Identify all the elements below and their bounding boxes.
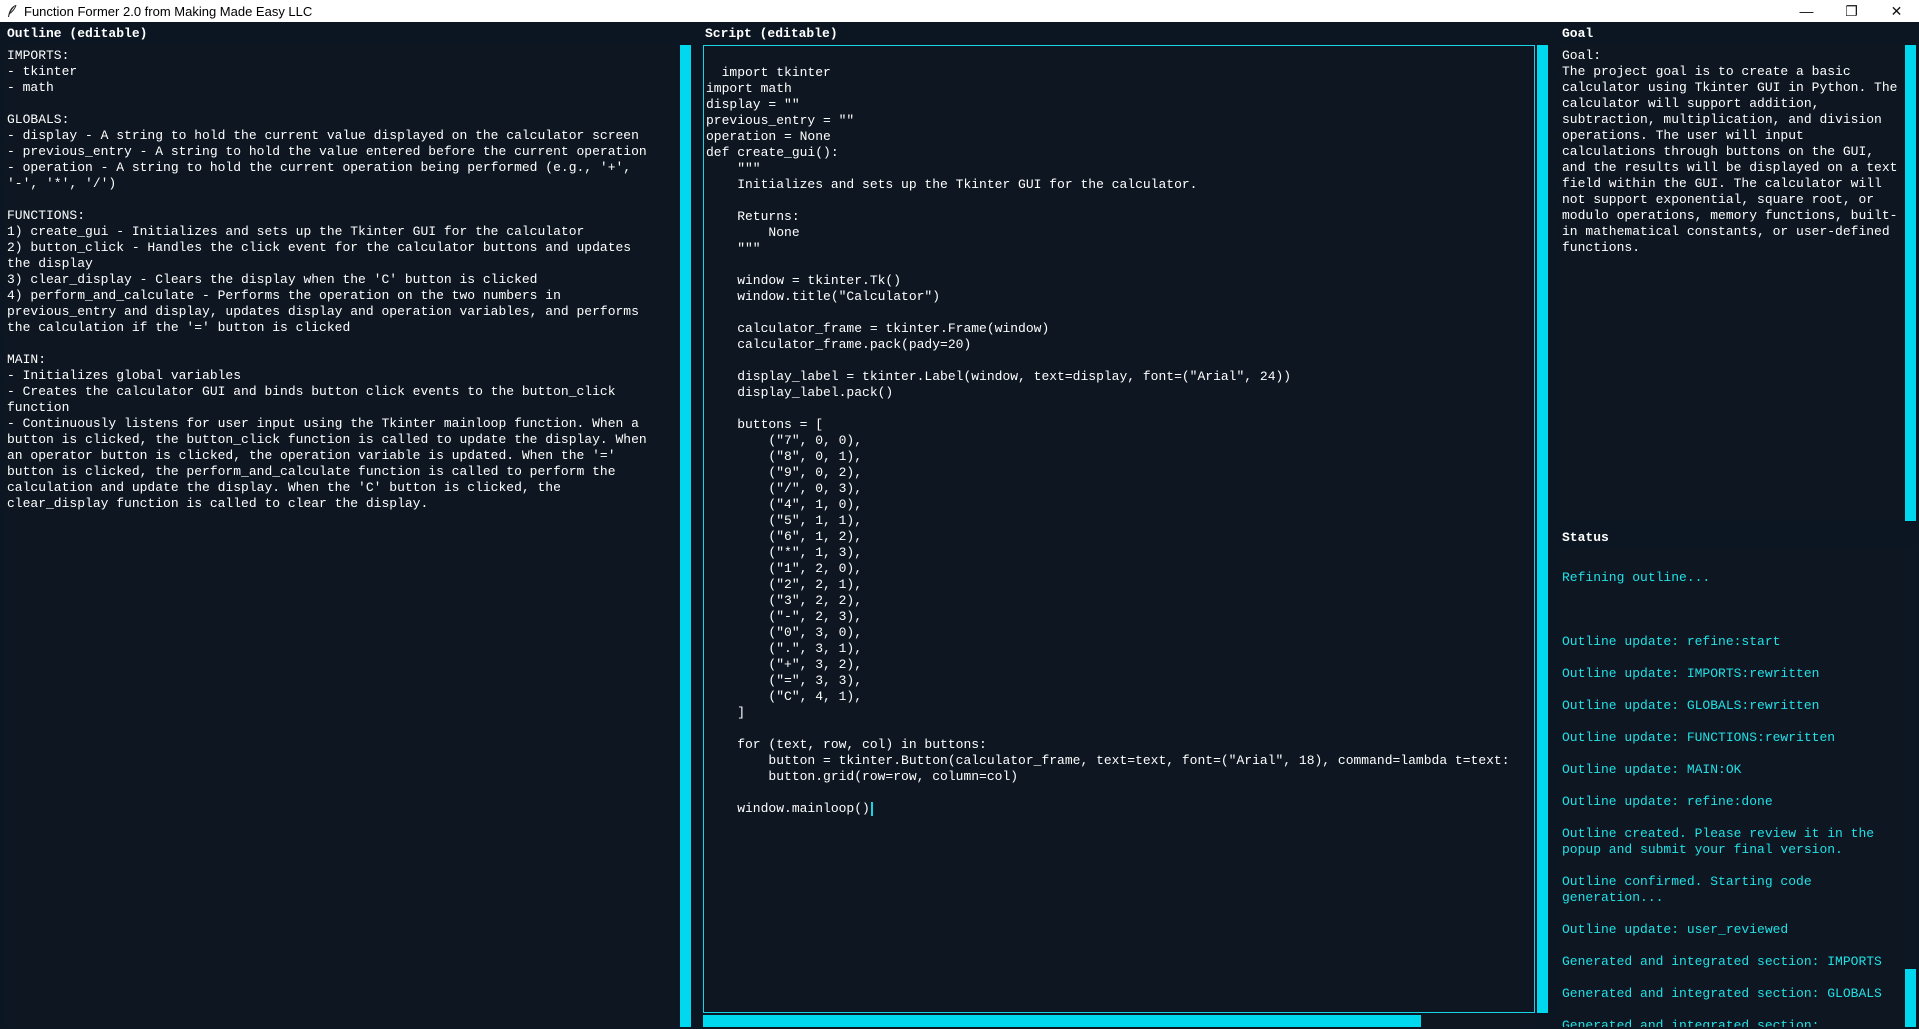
status-line-partial: Refining outline... bbox=[1562, 570, 1711, 585]
status-label: Status bbox=[1562, 530, 1609, 545]
status-line: Outline update: MAIN:OK bbox=[1562, 762, 1742, 777]
status-line: Outline update: IMPORTS:rewritten bbox=[1562, 666, 1820, 681]
minimize-button[interactable]: — bbox=[1784, 0, 1829, 22]
maximize-button[interactable]: ❐ bbox=[1829, 0, 1874, 22]
status-log[interactable]: Refining outline... Outline update: refi… bbox=[1560, 549, 1904, 1027]
outline-label: Outline (editable) bbox=[7, 26, 148, 41]
status-line: Outline update: refine:done bbox=[1562, 794, 1773, 809]
status-line: Generated and integrated section: GLOBAL… bbox=[1562, 986, 1882, 1001]
outline-textbox[interactable]: IMPORTS: - tkinter - math GLOBALS: - dis… bbox=[5, 45, 676, 1027]
goal-label: Goal bbox=[1562, 26, 1594, 41]
goal-textbox[interactable]: Goal: The project goal is to create a ba… bbox=[1560, 45, 1904, 521]
status-scroll-track[interactable] bbox=[1905, 549, 1916, 1027]
close-button[interactable]: ✕ bbox=[1874, 0, 1919, 22]
script-horizontal-scrollbar[interactable] bbox=[703, 1015, 1421, 1027]
status-line: Outline update: GLOBALS:rewritten bbox=[1562, 698, 1820, 713]
feather-icon bbox=[8, 4, 17, 17]
status-line: Generated and integrated section: create… bbox=[1562, 1018, 1820, 1027]
script-editor[interactable]: import tkinter import math display = "" … bbox=[703, 45, 1535, 1013]
status-line: Outline update: refine:start bbox=[1562, 634, 1781, 649]
goal-scrollbar[interactable] bbox=[1905, 45, 1916, 521]
text-cursor bbox=[870, 801, 873, 816]
script-label: Script (editable) bbox=[705, 26, 838, 41]
script-vertical-scrollbar[interactable] bbox=[1537, 45, 1548, 1013]
status-line: Outline update: user_reviewed bbox=[1562, 922, 1789, 937]
title-bar: Function Former 2.0 from Making Made Eas… bbox=[0, 0, 1919, 22]
status-lines: Outline update: refine:start Outline upda… bbox=[1562, 634, 1902, 1027]
status-line: Outline confirmed. Starting code generat… bbox=[1562, 874, 1820, 905]
status-line: Generated and integrated section: IMPORT… bbox=[1562, 954, 1882, 969]
status-line: Outline created. Please review it in the… bbox=[1562, 826, 1882, 857]
status-scrollbar[interactable] bbox=[1905, 969, 1916, 1027]
script-code: import tkinter import math display = "" … bbox=[706, 65, 1510, 816]
status-line: Outline update: FUNCTIONS:rewritten bbox=[1562, 730, 1836, 745]
window-title: Function Former 2.0 from Making Made Eas… bbox=[24, 3, 313, 19]
outline-scrollbar[interactable] bbox=[680, 45, 691, 1027]
window-controls: — ❐ ✕ bbox=[1784, 0, 1919, 22]
